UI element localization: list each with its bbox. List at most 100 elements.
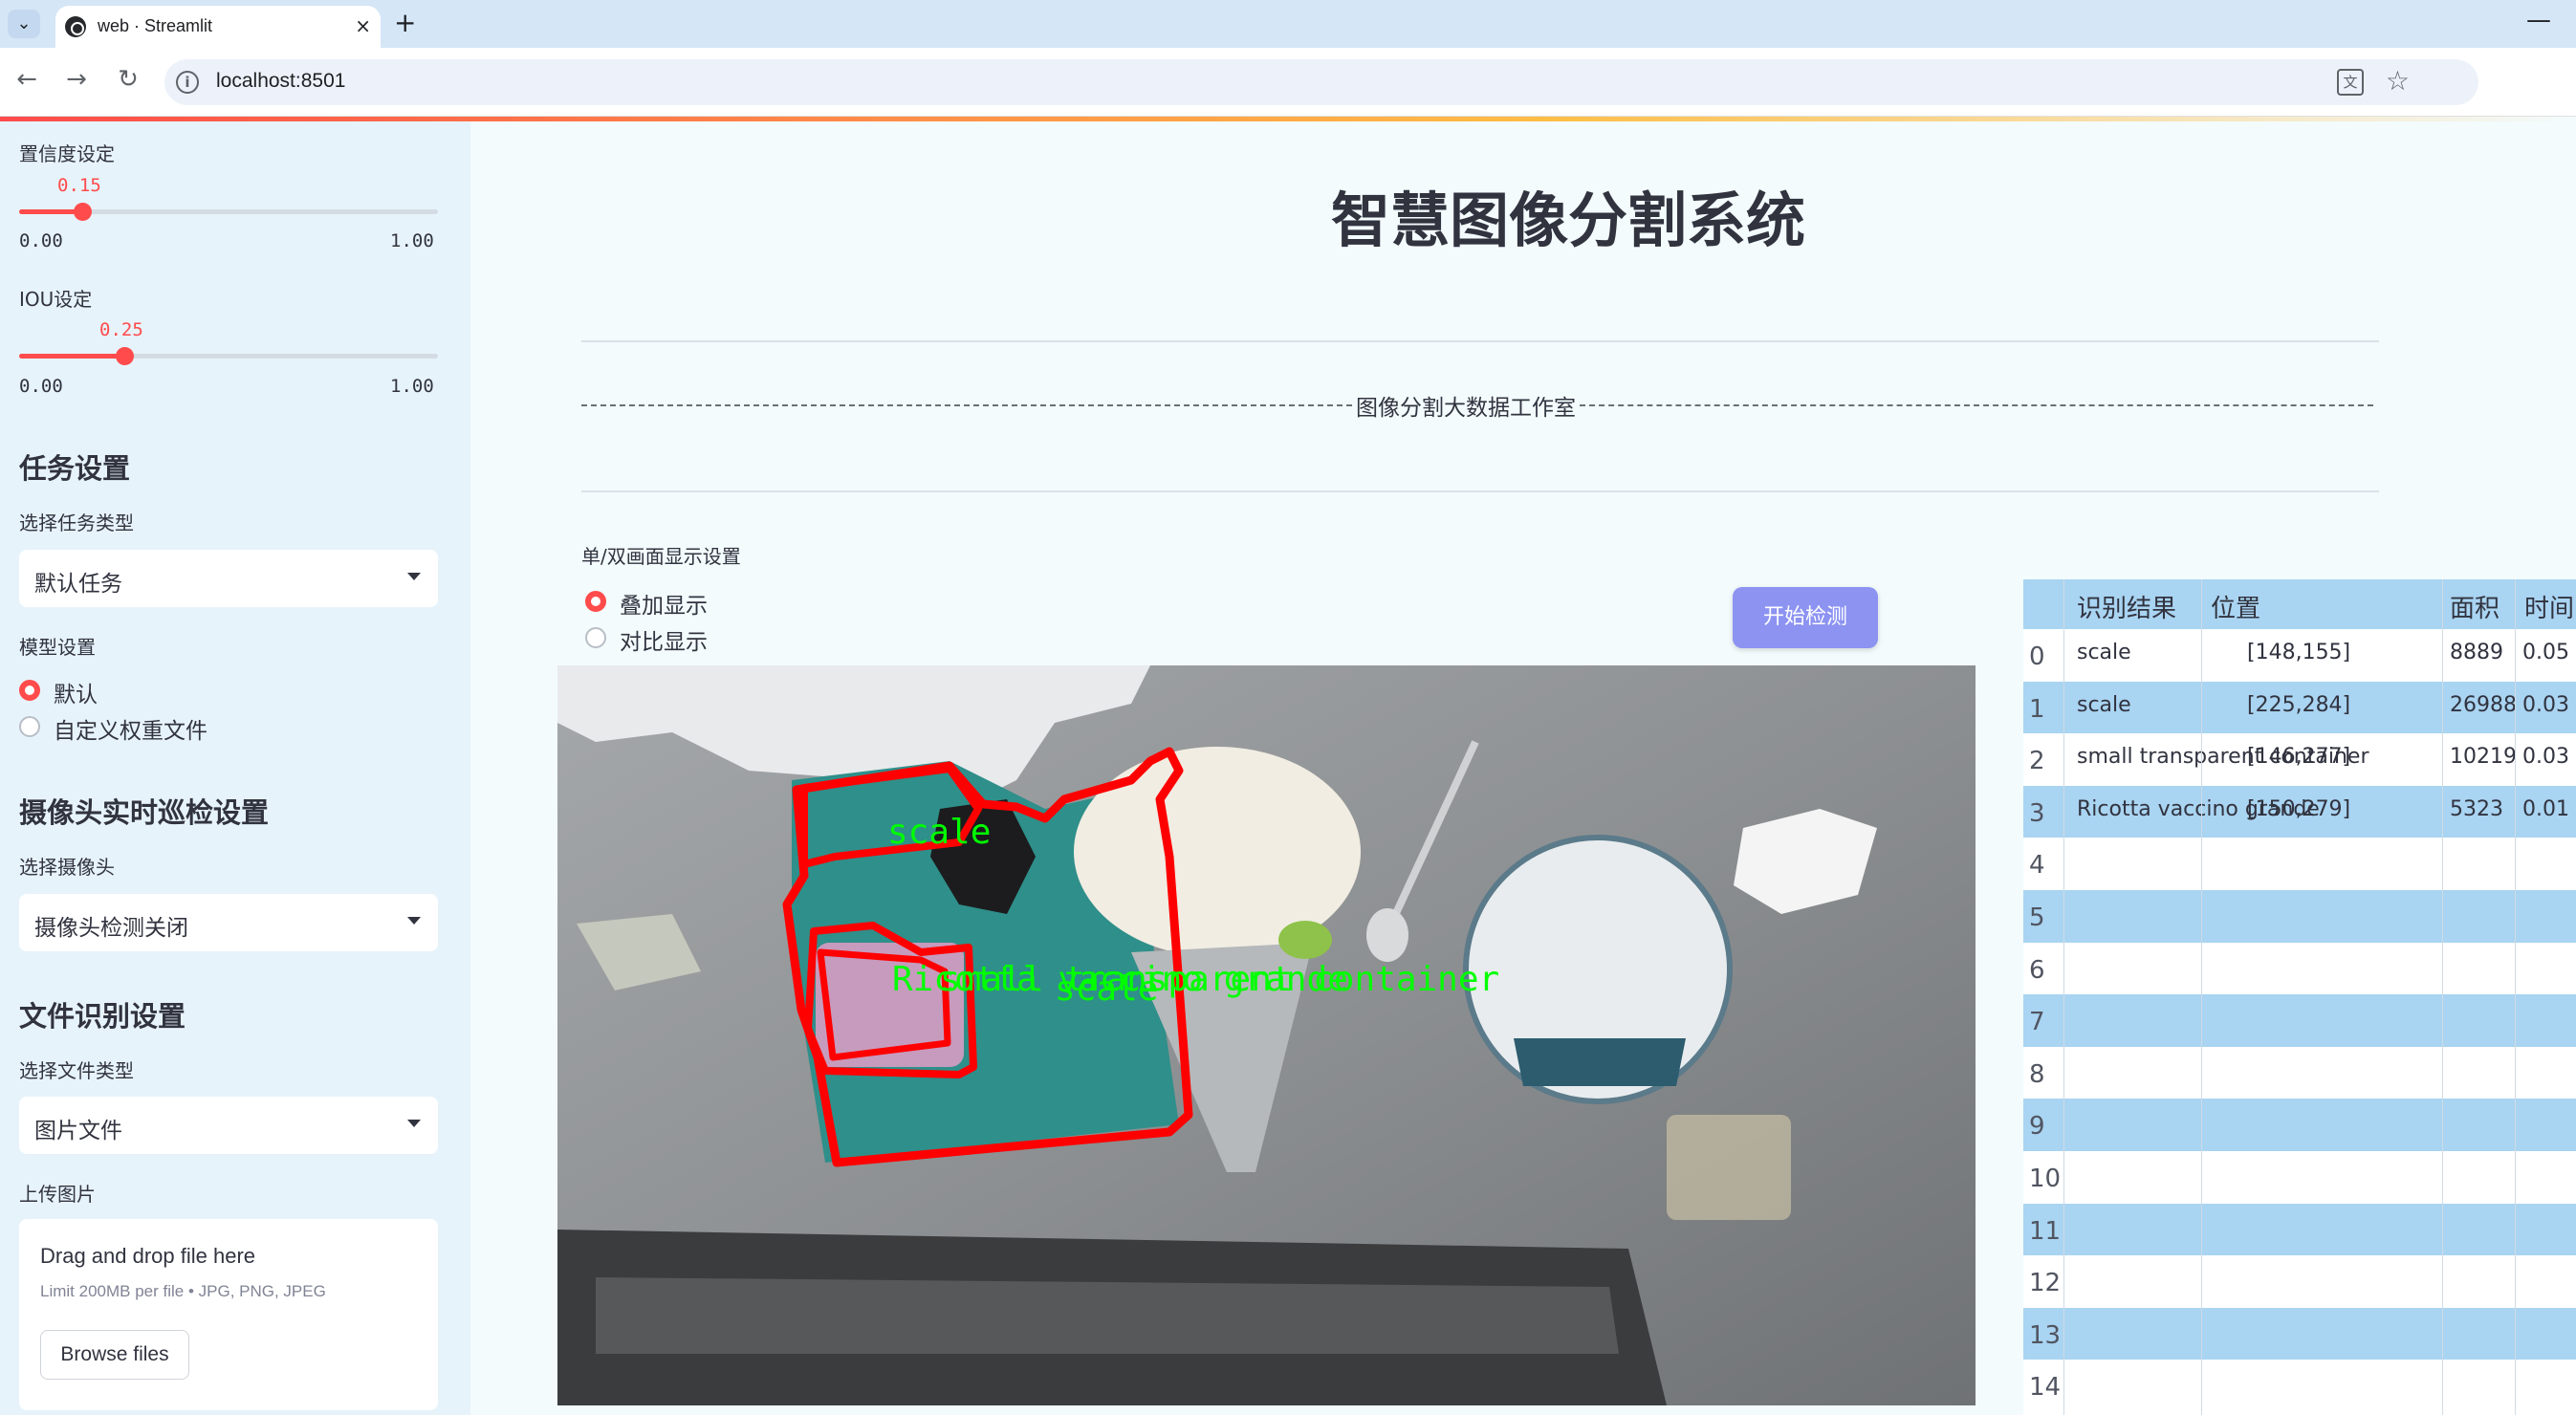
table-row[interactable]: 0 scale [148,155] 8889 0.05 bbox=[2023, 629, 2576, 682]
confidence-slider[interactable] bbox=[19, 203, 438, 221]
streamlit-favicon-icon bbox=[65, 16, 86, 37]
column-header-position[interactable]: 位置 bbox=[2211, 589, 2260, 624]
cell-time: 0.03 bbox=[2522, 745, 2569, 770]
row-index: 11 bbox=[2029, 1216, 2062, 1246]
row-index: 9 bbox=[2029, 1112, 2045, 1142]
green-spoon bbox=[1278, 921, 1332, 959]
row-index: 7 bbox=[2029, 1008, 2045, 1037]
confidence-slider-thumb[interactable] bbox=[73, 203, 92, 221]
dashed-rule-right bbox=[1580, 404, 2373, 406]
table-row[interactable]: 6 bbox=[2023, 942, 2576, 995]
table-row[interactable]: 13 bbox=[2023, 1307, 2576, 1361]
upload-label: 上传图片 bbox=[19, 1183, 96, 1206]
column-divider bbox=[2515, 579, 2516, 1415]
radio-selected-icon[interactable] bbox=[585, 591, 606, 612]
display-mode-label: 单/双画面显示设置 bbox=[581, 545, 741, 568]
camera-select[interactable]: 摄像头检测关闭 bbox=[19, 894, 438, 951]
sidebar: 置信度设定 0.15 0.00 1.00 IOU设定 0.25 0.00 1.0… bbox=[0, 121, 470, 1415]
display-option-overlay-label: 叠加显示 bbox=[620, 594, 708, 619]
table-row[interactable]: 2 small transparent container [146,277] 102… bbox=[2023, 733, 2576, 787]
model-settings-label: 模型设置 bbox=[19, 636, 96, 659]
table-row[interactable]: 11 bbox=[2023, 1203, 2576, 1256]
table-row[interactable]: 9 bbox=[2023, 1099, 2576, 1152]
column-divider bbox=[2442, 579, 2443, 1415]
column-header-time[interactable]: 时间 bbox=[2524, 589, 2574, 624]
file-type-select[interactable]: 图片文件 bbox=[19, 1097, 438, 1154]
column-header-result[interactable]: 识别结果 bbox=[2077, 589, 2176, 624]
lid-print-band bbox=[1514, 1038, 1686, 1086]
table-row[interactable]: 4 bbox=[2023, 838, 2576, 891]
table-row[interactable]: 5 bbox=[2023, 890, 2576, 943]
tab-close-icon[interactable]: × bbox=[355, 14, 371, 37]
url-text[interactable]: localhost:8501 bbox=[216, 70, 345, 93]
divider-top bbox=[581, 340, 2379, 342]
window-minimize-button[interactable]: — bbox=[2526, 6, 2551, 34]
confidence-min: 0.00 bbox=[19, 230, 63, 251]
forward-arrow-icon[interactable]: → bbox=[59, 65, 94, 94]
row-index: 6 bbox=[2029, 955, 2045, 985]
overlay-label-scale: scale bbox=[887, 813, 991, 852]
row-index: 2 bbox=[2029, 747, 2045, 776]
studio-text: 图像分割大数据工作室 bbox=[1356, 396, 1576, 421]
radio-selected-icon[interactable] bbox=[19, 680, 40, 701]
page-title: 智慧图像分割系统 bbox=[1331, 185, 1806, 255]
row-index: 10 bbox=[2029, 1165, 2062, 1193]
column-divider bbox=[2063, 579, 2064, 1415]
upload-hint: Limit 200MB per file • JPG, PNG, JPEG bbox=[40, 1282, 326, 1300]
browse-files-button[interactable]: Browse files bbox=[40, 1330, 189, 1380]
file-type-label: 选择文件类型 bbox=[19, 1059, 134, 1082]
confidence-value: 0.15 bbox=[57, 175, 101, 196]
confidence-label: 置信度设定 bbox=[19, 142, 115, 165]
reload-icon[interactable]: ↻ bbox=[111, 65, 145, 94]
table-row[interactable]: 7 bbox=[2023, 994, 2576, 1048]
back-arrow-icon[interactable]: ← bbox=[10, 65, 44, 94]
cell-area: 26988 bbox=[2450, 692, 2517, 717]
row-index: 3 bbox=[2029, 798, 2045, 828]
cell-area: 8889 bbox=[2450, 641, 2503, 664]
row-index: 13 bbox=[2029, 1320, 2062, 1350]
table-row[interactable]: 10 bbox=[2023, 1151, 2576, 1204]
row-index: 12 bbox=[2029, 1269, 2062, 1298]
radio-unselected-icon[interactable] bbox=[585, 627, 606, 648]
cell-time: 0.01 bbox=[2522, 796, 2569, 821]
cell-time: 0.03 bbox=[2522, 692, 2569, 717]
machine-plate bbox=[596, 1277, 1619, 1354]
file-uploader-dropzone[interactable]: Drag and drop file here Limit 200MB per … bbox=[19, 1219, 438, 1410]
table-row[interactable]: 1 scale [225,284] 26988 0.03 bbox=[2023, 681, 2576, 734]
segmentation-result-image: scale Ricotta vaccino grande scale small… bbox=[557, 665, 1976, 1405]
cell-position: [225,284] bbox=[2247, 692, 2351, 717]
chevron-down-icon bbox=[407, 917, 421, 925]
divider-bottom bbox=[581, 490, 2379, 492]
browser-tab[interactable]: web · Streamlit × bbox=[55, 6, 381, 48]
confidence-slider-fill bbox=[19, 209, 82, 214]
tab-search-button[interactable]: ⌄ bbox=[8, 10, 40, 38]
translate-icon[interactable]: 文 bbox=[2337, 69, 2364, 96]
task-type-select[interactable]: 默认任务 bbox=[19, 550, 438, 607]
cell-position: [150,279] bbox=[2247, 796, 2351, 821]
row-index: 4 bbox=[2029, 851, 2045, 881]
table-row[interactable]: 8 bbox=[2023, 1046, 2576, 1099]
table-row[interactable]: 14 bbox=[2023, 1360, 2576, 1413]
new-tab-button[interactable]: + bbox=[394, 9, 416, 37]
site-info-icon[interactable]: i bbox=[176, 71, 199, 94]
iou-slider[interactable] bbox=[19, 347, 438, 365]
iou-slider-thumb[interactable] bbox=[115, 347, 134, 365]
metal-spoon-head bbox=[1366, 908, 1408, 962]
address-bar[interactable]: i localhost:8501 文 ☆ bbox=[164, 59, 2478, 105]
task-settings-header: 任务设置 bbox=[19, 452, 131, 485]
column-divider bbox=[2201, 579, 2202, 1415]
column-header-area[interactable]: 面积 bbox=[2450, 589, 2500, 624]
upload-title: Drag and drop file here bbox=[40, 1244, 256, 1268]
camera-select-value: 摄像头检测关闭 bbox=[34, 916, 188, 941]
table-row[interactable]: 3 Ricotta vaccino grande [150,279] 5323 0.01 bbox=[2023, 785, 2576, 838]
chevron-down-icon bbox=[407, 1120, 421, 1127]
table-row[interactable]: 12 bbox=[2023, 1255, 2576, 1309]
model-option-default-label: 默认 bbox=[54, 683, 98, 708]
segmentation-overlay-svg: scale Ricotta vaccino grande scale small… bbox=[557, 665, 1976, 1405]
results-table[interactable]: 识别结果 位置 面积 时间 0 scale [148,155] 8889 0.05 1 sc… bbox=[2023, 579, 2576, 1415]
start-detection-button[interactable]: 开始检测 bbox=[1733, 587, 1878, 648]
cell-position: [146,277] bbox=[2247, 745, 2351, 770]
row-index: 0 bbox=[2029, 642, 2045, 671]
radio-unselected-icon[interactable] bbox=[19, 716, 40, 737]
bookmark-star-icon[interactable]: ☆ bbox=[2386, 65, 2410, 97]
